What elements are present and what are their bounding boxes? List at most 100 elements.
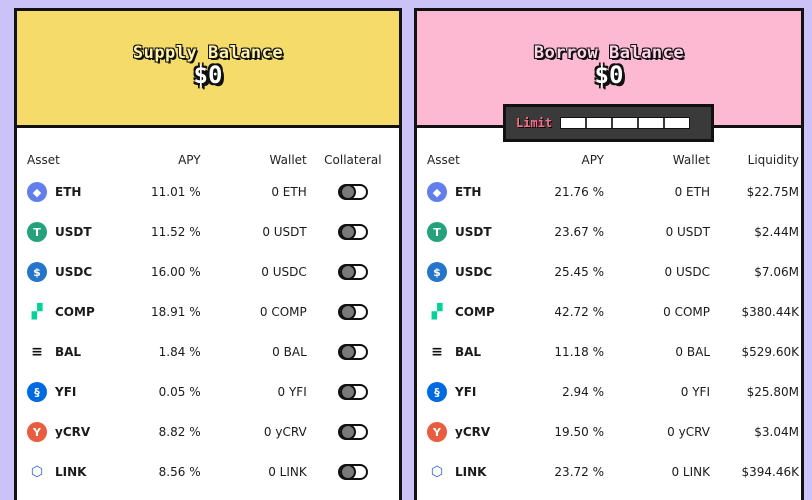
borrow-col-liquidity: Liquidity — [747, 153, 799, 167]
asset-cell: T USDT — [17, 222, 146, 242]
collateral-toggle[interactable] — [337, 344, 368, 360]
supply-col-collateral: Collateral — [324, 153, 382, 167]
collateral-toggle[interactable] — [337, 384, 368, 400]
asset-symbol: ETH — [455, 185, 482, 199]
borrow-limit-label: Limit — [516, 116, 553, 130]
toggle-knob — [339, 464, 356, 480]
liquidity-value: $394.46K — [741, 465, 800, 479]
liquidity-value: $22.75M — [746, 185, 799, 199]
borrow-apy: 21.76 % — [554, 185, 604, 199]
supply-asset-row[interactable]: ▞ COMP 18.91 % 0 COMP — [17, 292, 399, 332]
collateral-toggle[interactable] — [337, 424, 368, 440]
collateral-cell — [307, 224, 399, 240]
eth-icon: ◆ — [427, 182, 447, 202]
supply-table-header: Asset APY Wallet Collateral — [17, 148, 399, 172]
bal-icon: ≡ — [27, 342, 47, 362]
toggle-knob — [339, 264, 356, 280]
collateral-cell — [307, 464, 399, 480]
wallet-balance: 0 yCRV — [263, 425, 307, 439]
asset-symbol: yCRV — [455, 425, 491, 439]
wallet-balance: 0 BAL — [675, 345, 710, 359]
asset-symbol: LINK — [455, 465, 487, 479]
limit-bar-segment — [561, 118, 588, 128]
asset-cell: T USDT — [417, 222, 547, 242]
supply-asset-row[interactable]: § YFI 0.05 % 0 YFI — [17, 372, 399, 412]
collateral-toggle[interactable] — [337, 184, 368, 200]
asset-cell: ⬡ LINK — [417, 462, 547, 482]
ycrv-icon: Y — [427, 422, 447, 442]
ycrv-icon: Y — [27, 422, 47, 442]
supply-apy: 8.56 % — [158, 465, 201, 479]
collateral-toggle[interactable] — [337, 264, 368, 280]
limit-bar-segment — [639, 118, 666, 128]
borrow-apy: 2.94 % — [562, 385, 604, 399]
liquidity-value: $529.60K — [741, 345, 800, 359]
asset-cell: ▞ COMP — [17, 302, 146, 322]
wallet-balance: 0 LINK — [671, 465, 710, 479]
borrow-apy: 23.67 % — [554, 225, 604, 239]
supply-col-asset: Asset — [27, 153, 60, 167]
usdt-icon: T — [27, 222, 47, 242]
collateral-toggle[interactable] — [337, 464, 368, 480]
wallet-balance: 0 ETH — [271, 185, 307, 199]
borrow-asset-row[interactable]: § YFI 2.94 % 0 YFI $25.80M — [417, 372, 801, 412]
toggle-knob — [339, 304, 356, 320]
asset-cell: ▞ COMP — [417, 302, 547, 322]
liquidity-value: $7.06M — [754, 265, 799, 279]
usdc-icon: $ — [427, 262, 447, 282]
asset-symbol: YFI — [455, 385, 477, 399]
asset-symbol: USDC — [455, 265, 493, 279]
borrow-asset-row[interactable]: T USDT 23.67 % 0 USDT $2.44M — [417, 212, 801, 252]
supply-asset-row[interactable]: YyCRV 8.82 % 0 yCRV — [17, 412, 399, 452]
eth-icon: ◆ — [27, 182, 47, 202]
borrow-apy: 19.50 % — [554, 425, 604, 439]
supply-asset-row[interactable]: $ USDC 16.00 % 0 USDC — [17, 252, 399, 292]
supply-apy: 16.00 % — [151, 265, 201, 279]
borrow-asset-row[interactable]: ≡ BAL 11.18 % 0 BAL $529.60K — [417, 332, 801, 372]
supply-panel: Supply Balance $0 Asset APY Wallet Colla… — [14, 8, 402, 500]
wallet-balance: 0 USDT — [262, 225, 307, 239]
asset-cell: ≡ BAL — [17, 342, 146, 362]
supply-apy: 1.84 % — [158, 345, 201, 359]
wallet-balance: 0 YFI — [277, 385, 307, 399]
asset-symbol: BAL — [455, 345, 482, 359]
toggle-knob — [339, 224, 356, 240]
borrow-col-wallet: Wallet — [672, 153, 710, 167]
borrow-apy: 11.18 % — [554, 345, 604, 359]
borrow-limit-meter: Limit — [503, 104, 714, 142]
yfi-icon: § — [27, 382, 47, 402]
borrow-asset-row[interactable]: $ USDC 25.45 % 0 USDC $7.06M — [417, 252, 801, 292]
supply-apy: 8.82 % — [158, 425, 201, 439]
toggle-knob — [339, 384, 356, 400]
supply-asset-row[interactable]: ≡ BAL 1.84 % 0 BAL — [17, 332, 399, 372]
borrow-asset-row[interactable]: ▞ COMP 42.72 % 0 COMP $380.44K — [417, 292, 801, 332]
asset-cell: ◆ ETH — [417, 182, 547, 202]
asset-symbol: yCRV — [55, 425, 91, 439]
borrow-asset-row[interactable]: YyCRV 19.50 % 0 yCRV $3.04M — [417, 412, 801, 452]
liquidity-value: $380.44K — [741, 305, 800, 319]
limit-bar-segment — [587, 118, 614, 128]
liquidity-value: $25.80M — [746, 385, 799, 399]
supply-header: Supply Balance $0 — [17, 11, 399, 128]
wallet-balance: 0 USDT — [665, 225, 710, 239]
supply-apy: 18.91 % — [151, 305, 201, 319]
borrow-asset-row[interactable]: ◆ ETH 21.76 % 0 ETH $22.75M — [417, 172, 801, 212]
toggle-knob — [339, 184, 356, 200]
supply-asset-row[interactable]: ◆ ETH 11.01 % 0 ETH — [17, 172, 399, 212]
borrow-asset-row[interactable]: ⬡ LINK 23.72 % 0 LINK $394.46K — [417, 452, 801, 492]
comp-icon: ▞ — [27, 302, 47, 322]
borrow-apy: 42.72 % — [554, 305, 604, 319]
asset-cell: YyCRV — [17, 422, 146, 442]
asset-symbol: YFI — [55, 385, 77, 399]
collateral-cell — [307, 264, 399, 280]
supply-apy: 11.01 % — [151, 185, 201, 199]
asset-cell: ⬡ LINK — [17, 462, 146, 482]
supply-asset-row[interactable]: ⬡ LINK 8.56 % 0 LINK — [17, 452, 399, 492]
wallet-balance: 0 yCRV — [667, 425, 710, 439]
borrow-apy: 25.45 % — [554, 265, 604, 279]
toggle-knob — [339, 344, 356, 360]
supply-asset-row[interactable]: T USDT 11.52 % 0 USDT — [17, 212, 399, 252]
borrow-table-body: ◆ ETH 21.76 % 0 ETH $22.75M T USDT 23.67 % 0 USD… — [417, 172, 801, 492]
collateral-toggle[interactable] — [337, 224, 368, 240]
collateral-toggle[interactable] — [337, 304, 368, 320]
